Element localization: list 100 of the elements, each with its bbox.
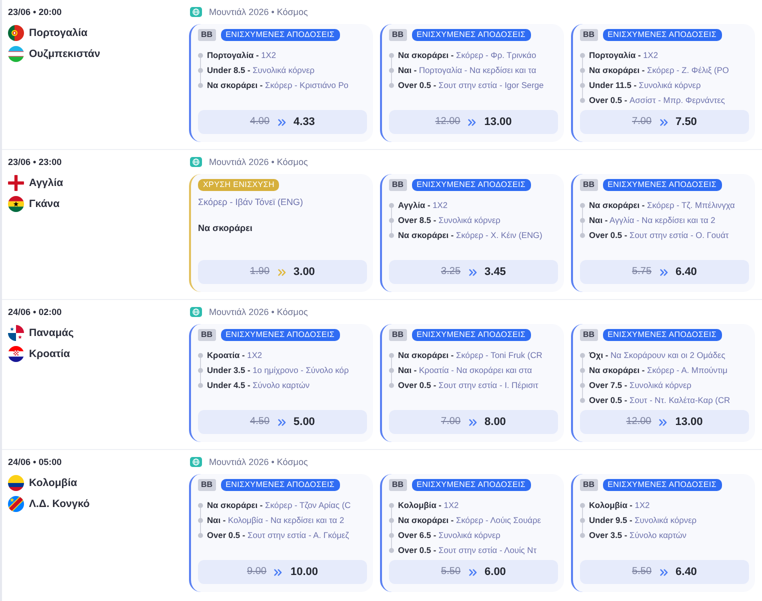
boost-badge: ΕΝΙΣΧΥΜΕΝΕΣ ΑΠΟΔΟΣΕΙΣ [602, 179, 722, 191]
leg-dot-icon [580, 53, 585, 58]
connector-line [391, 58, 392, 68]
selection-text: Να σκοράρει - Σκόρερ - Τζ. Μπέλινγχα [589, 199, 735, 212]
old-odds: 5.50 [632, 566, 652, 578]
team-name: Πορτογαλία [29, 26, 88, 40]
double-chevron-icon [468, 118, 476, 126]
boosted-odds: 8.00 [484, 416, 506, 428]
selection-text: Να σκοράρει - Σκόρερ - Κριστιάνο Ρο [207, 79, 348, 92]
odds-button[interactable]: 12.00 13.00 [389, 110, 558, 134]
old-odds: 1.90 [250, 266, 270, 278]
connector-line [391, 523, 392, 533]
boost-badge: ΕΝΙΣΧΥΜΕΝΕΣ ΑΠΟΔΟΣΕΙΣ [602, 29, 722, 41]
team-name: Κολομβία [29, 476, 78, 490]
leg-dot-icon [580, 203, 585, 208]
selection-text: Να σκοράρει - Σκόρερ - Ζ. Φέλιξ (PO [589, 64, 729, 77]
team-name: Λ.Δ. Κονγκό [29, 498, 90, 510]
odds-button[interactable]: 3.25 3.45 [389, 260, 558, 284]
bet-builder-badge: BB [198, 479, 216, 491]
boosted-odds: 6.40 [676, 266, 697, 278]
boost-badge: ΕΝΙΣΧΥΜΕΝΕΣ ΑΠΟΔΟΣΕΙΣ [412, 179, 531, 191]
old-odds: 5.75 [632, 266, 652, 278]
odds-button[interactable]: 4.50 5.00 [198, 410, 367, 434]
selection-text: Ναι - Αγγλία - Να κερδίσει και τα 2 [589, 214, 716, 227]
selection-text: Over 0.5 - Σουτ στην εστία - Ο. Γουάτ [589, 229, 729, 242]
leg-dot-icon [580, 218, 585, 223]
leg-dot-icon [198, 53, 203, 58]
leg-dot-icon [389, 353, 394, 358]
connector-line [200, 373, 201, 383]
leg-dot-icon [389, 203, 394, 208]
competition-name: Μουντιάλ 2026 • Κόσμος [209, 307, 308, 317]
leg-dot-icon [198, 83, 203, 88]
selection-text: Under 9.5 - Συνολικά κόρνερ [589, 514, 697, 527]
selection-text: Under 3.5 - 1ο ημίχρονο - Σύνολο κόρ [207, 364, 349, 377]
old-odds: 5.50 [441, 566, 461, 578]
connector-line [391, 208, 392, 218]
boost-badge: ΧΡΥΣΗ ΕΝΙΣΧΥΣΗ [198, 179, 280, 191]
boosted-odds: 7.50 [676, 116, 697, 128]
selection-text: Όχι - Να Σκοράρουν και οι 2 Ομάδες [589, 349, 726, 362]
team-name: Παναμάς [29, 326, 74, 340]
odds-button[interactable]: 4.00 4.33 [198, 110, 367, 134]
boost-badge: ΕΝΙΣΧΥΜΕΝΕΣ ΑΠΟΔΟΣΕΙΣ [602, 329, 722, 341]
match-time: 24/06 • 05:00 [8, 457, 62, 467]
connector-line [582, 523, 583, 533]
connector-line [391, 373, 392, 383]
odds-button[interactable]: 1.90 3.00 [198, 260, 367, 284]
leg-dot-icon [198, 533, 203, 538]
selection-text: Κροατία - 1X2 [207, 349, 262, 362]
odds-button[interactable]: 7.00 7.50 [580, 110, 749, 134]
boost-badge: ΕΝΙΣΧΥΜΕΝΕΣ ΑΠΟΔΟΣΕΙΣ [220, 29, 340, 41]
connector-line [391, 508, 392, 518]
odds-button[interactable]: 9.00 10.00 [198, 560, 367, 584]
boosted-odds: 13.00 [484, 116, 512, 128]
odds-button[interactable]: 5.50 6.40 [580, 560, 749, 584]
leg-dot-icon [389, 518, 394, 523]
boost-badge: ΕΝΙΣΧΥΜΕΝΕΣ ΑΠΟΔΟΣΕΙΣ [412, 329, 531, 341]
selection-text: Under 11.5 - Συνολικά κόρνερ [589, 79, 701, 92]
match-time: 23/06 • 23:00 [8, 157, 62, 167]
double-chevron-icon [278, 118, 286, 126]
selection-text: Over 0.5 - Σουτ στην εστία - Igor Serge [398, 79, 544, 92]
connector-line [582, 373, 583, 383]
leg-dot-icon [389, 68, 394, 73]
leg-dot-icon [580, 533, 585, 538]
odds-button[interactable]: 12.00 13.00 [580, 410, 749, 434]
double-chevron-icon [468, 418, 477, 426]
old-odds: 7.00 [632, 116, 652, 128]
boost-badge: ΕΝΙΣΧΥΜΕΝΕΣ ΑΠΟΔΟΣΕΙΣ [220, 329, 340, 341]
leg-dot-icon [198, 353, 203, 358]
team-name: Κροατία [29, 348, 70, 360]
boosted-odds: 6.40 [676, 566, 697, 578]
odds-button[interactable]: 7.00 8.00 [389, 410, 558, 434]
leg-dot-icon [580, 233, 585, 238]
selection-text: Over 7.5 - Συνολικά κόρνερ [589, 379, 692, 392]
boosted-odds: 13.00 [675, 416, 703, 428]
selection-text: Να σκοράρει - Σκόρερ - Α. Μπούντιμ [589, 364, 728, 377]
old-odds: 7.00 [441, 416, 461, 428]
selection-text: Ναι - Κολομβία - Να κερδίσει και τα 2 [207, 514, 344, 527]
selection-text: Under 8.5 - Συνολικά κόρνερ [207, 64, 315, 77]
leg-dot-icon [389, 503, 394, 508]
double-chevron-icon [278, 268, 286, 276]
selection-text: Να σκοράρει - Σκόρερ - Χ. Κέιν (ENG) [398, 229, 542, 242]
leg-dot-icon [389, 53, 394, 58]
leg-dot-icon [580, 398, 585, 403]
boosted-odds: 10.00 [290, 566, 318, 578]
double-chevron-icon [660, 118, 668, 126]
selection-text: Κολομβία - 1X2 [589, 499, 650, 512]
odds-button[interactable]: 5.75 6.40 [580, 260, 749, 284]
globe-icon [190, 157, 202, 167]
boosted-odds: 5.00 [294, 416, 315, 428]
selection-text: Over 0.5 - Σουτ - Ντ. Καλέτα-Καρ (CR [589, 394, 730, 407]
odds-button[interactable]: 5.50 6.00 [389, 560, 558, 584]
match-time: 24/06 • 02:00 [8, 307, 62, 317]
selection-text: Να σκοράρει - Σκόρερ - Τζον Αρίας (C [207, 499, 351, 512]
bet-builder-badge: BB [580, 329, 598, 341]
connector-line [391, 538, 392, 548]
bet-builder-badge: BB [580, 29, 598, 41]
connector-line [582, 73, 583, 83]
selection-text: Over 8.5 - Συνολικά κόρνερ [398, 214, 500, 227]
selection-text: Over 6.5 - Συνολικά κόρνερ [398, 529, 500, 542]
flag-icon [8, 25, 24, 41]
